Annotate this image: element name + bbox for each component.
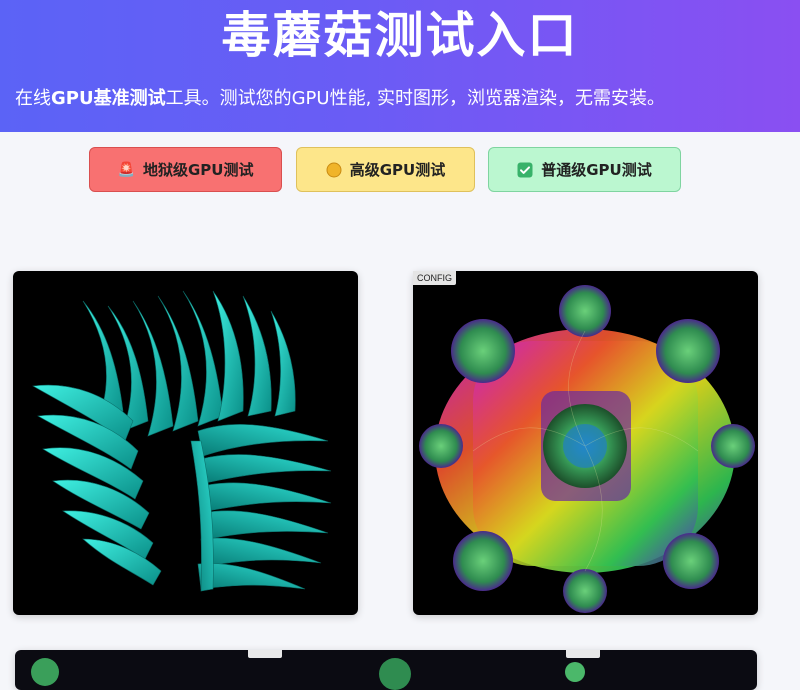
high-gpu-test-button[interactable]: 高级GPU测试 <box>296 147 475 192</box>
normal-gpu-test-label: 普通级GPU测试 <box>541 161 652 179</box>
bottom-render-canvas[interactable] <box>15 650 757 690</box>
bottom-fractal-render <box>31 658 585 690</box>
teal-render-canvas[interactable] <box>13 271 358 615</box>
subtitle-highlight: GPU基准测试 <box>51 88 166 109</box>
high-gpu-test-label: 高级GPU测试 <box>349 161 446 179</box>
canvas-tab-stub <box>248 650 282 658</box>
page-title: 毒蘑菇测试入口 <box>221 7 579 64</box>
config-button[interactable]: CONFIG <box>413 271 456 285</box>
rainbow-fractal-render <box>419 285 755 613</box>
canvas-tab-stub <box>566 650 600 658</box>
check-box-icon <box>517 162 533 178</box>
teal-fractal-render <box>32 290 332 592</box>
subtitle-suffix: 工具。测试您的GPU性能, 实时图形，浏览器渲染，无需安装。 <box>165 88 666 109</box>
orange-circle-icon <box>326 162 342 178</box>
normal-gpu-test-button[interactable]: 普通级GPU测试 <box>488 147 681 192</box>
page-subtitle: 在线GPU基准测试工具。测试您的GPU性能, 实时图形，浏览器渲染，无需安装。 <box>15 86 665 112</box>
rainbow-render-canvas[interactable] <box>413 271 758 615</box>
siren-icon: 🚨 <box>117 161 135 178</box>
subtitle-prefix: 在线 <box>15 88 51 109</box>
hell-gpu-test-label: 地狱级GPU测试 <box>142 161 254 179</box>
hero-header: 毒蘑菇测试入口 在线GPU基准测试工具。测试您的GPU性能, 实时图形，浏览器渲… <box>0 0 800 132</box>
hell-gpu-test-button[interactable]: 🚨 地狱级GPU测试 <box>89 147 282 192</box>
